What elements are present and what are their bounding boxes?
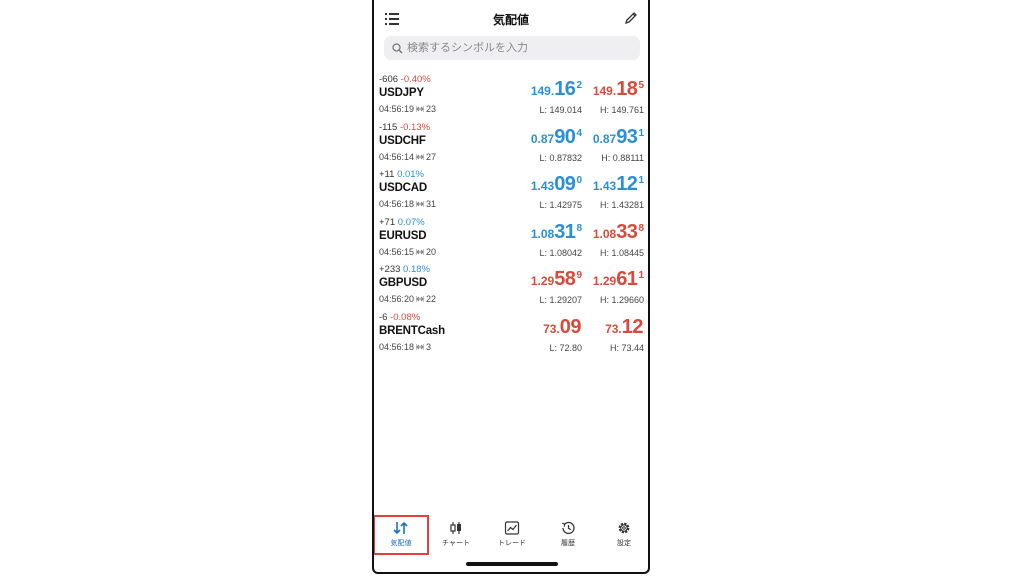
bid-price: 1.08318 (530, 220, 582, 243)
quote-row-eurusd[interactable]: +71 0.07% EURUSD 04:56:15 20 1.08318 1.08… (374, 215, 648, 263)
change-value: -606 -0.40% (379, 74, 431, 85)
low-value: L: 149.014 (539, 105, 582, 115)
search-input[interactable] (407, 42, 627, 54)
tab-settings[interactable]: 設定 (598, 517, 648, 553)
change-value: +233 0.18% (379, 264, 430, 276)
tab-label: 設定 (617, 540, 631, 547)
home-indicator (466, 562, 558, 566)
change-value: -6 -0.08% (379, 311, 421, 323)
tab-label: 履歴 (561, 540, 575, 547)
spread-icon (416, 296, 425, 303)
chart-candles-icon (450, 522, 461, 534)
high-value: H: 149.761 (599, 105, 644, 115)
high-value: H: 1.29660 (599, 295, 644, 306)
symbol-name: USDCHF (379, 134, 426, 147)
quote-meta: 04:56:18 31 (379, 199, 437, 210)
ask-price: 1.43121 (592, 173, 644, 196)
quote-row-usdjpy[interactable]: -606 -0.40% USDJPY 04:56:19 23 149.162 14… (374, 72, 648, 120)
spread-icon (416, 153, 425, 160)
low-value: L: 72.80 (549, 342, 582, 353)
change-value: +71 0.07% (379, 216, 425, 228)
high-value: H: 73.44 (609, 342, 644, 353)
search-bar[interactable] (384, 36, 640, 60)
ask-price: 0.87931 (592, 125, 644, 148)
quote-list: -606 -0.40% USDJPY 04:56:19 23 149.162 14… (374, 72, 648, 358)
ask-price: 1.08338 (592, 220, 644, 243)
quote-meta: 04:56:18 3 (379, 341, 432, 352)
tab-quotes[interactable]: 気配値 (374, 515, 429, 555)
bid-price: 0.87904 (530, 125, 582, 148)
tab-label: トレード (498, 540, 526, 547)
change-value: -115 -0.13% (379, 121, 431, 133)
tab-label: 気配値 (390, 540, 412, 547)
quote-meta: 04:56:15 20 (379, 246, 437, 257)
page-title: 気配値 (492, 13, 529, 27)
quote-row-usdcad[interactable]: +11 0.01% USDCAD 04:56:18 31 1.43090 1.43… (374, 167, 648, 215)
tab-label: チャート (442, 540, 470, 547)
search-icon (392, 42, 403, 53)
bid-price: 73.09 (543, 315, 581, 338)
quote-meta: 04:56:14 27 (379, 151, 437, 162)
high-value: H: 1.08445 (599, 247, 644, 258)
quote-meta: 04:56:19 23 (379, 104, 437, 114)
history-clock-icon (562, 521, 575, 535)
low-value: L: 1.29207 (539, 295, 582, 306)
symbol-name: USDJPY (379, 87, 424, 99)
trade-chart-icon (504, 521, 520, 535)
pencil-icon[interactable] (624, 11, 638, 25)
bid-price: 1.43090 (530, 173, 582, 196)
bid-price: 1.29589 (530, 268, 582, 291)
ask-price: 1.29611 (592, 268, 644, 291)
symbol-name: BRENTCash (379, 324, 445, 337)
spread-icon (416, 201, 425, 208)
tab-chart[interactable]: チャート (430, 517, 482, 553)
ask-price: 149.185 (592, 78, 644, 100)
ask-price: 73.12 (605, 315, 643, 338)
quote-row-usdchf[interactable]: -115 -0.13% USDCHF 04:56:14 27 0.87904 0.… (374, 120, 648, 168)
bid-price: 149.162 (530, 78, 582, 100)
low-value: L: 1.42975 (539, 200, 582, 211)
quote-row-brentcash[interactable]: -6 -0.08% BRENTCash 04:56:18 3 73.09 73.1… (374, 310, 648, 358)
low-value: L: 1.08042 (539, 247, 582, 258)
phone-frame: 気配値 -606 -0.40% USDJPY 04:56:1923 149.16… (372, 0, 650, 574)
header: 気配値 (374, 0, 648, 34)
settings-gear-icon (618, 522, 630, 534)
tab-history[interactable]: 履歴 (542, 517, 594, 553)
high-value: H: 1.43281 (599, 200, 644, 211)
quote-row-gbpusd[interactable]: +233 0.18% GBPUSD 04:56:20 22 1.29589 1.2… (374, 262, 648, 310)
quote-meta: 04:56:20 22 (379, 294, 437, 305)
change-value: +11 0.01% (379, 169, 424, 181)
symbol-name: GBPUSD (379, 277, 428, 290)
spread-icon (416, 106, 425, 112)
symbol-name: EURUSD (379, 229, 427, 242)
tab-trade[interactable]: トレード (486, 517, 538, 553)
spread-icon (416, 248, 425, 255)
symbol-name: USDCAD (379, 182, 427, 195)
quotes-arrows-icon (393, 521, 408, 535)
low-value: L: 0.87832 (539, 152, 582, 163)
spread-icon (416, 343, 425, 350)
high-value: H: 0.88111 (601, 152, 644, 163)
